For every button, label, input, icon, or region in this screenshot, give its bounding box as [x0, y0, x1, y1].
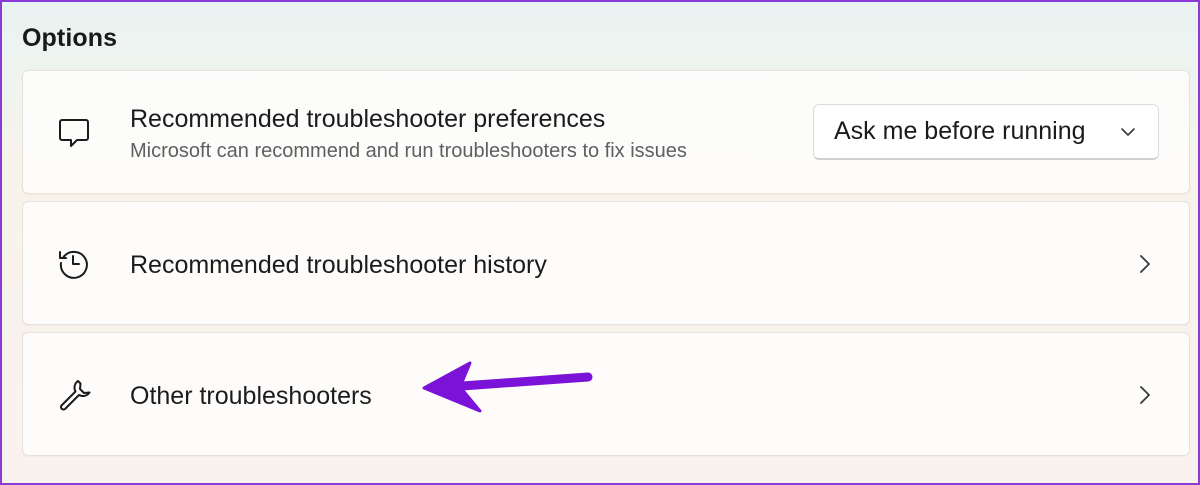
chevron-right-icon[interactable] — [1137, 252, 1153, 276]
troubleshooter-preferences-card: Recommended troubleshooter preferences M… — [22, 70, 1190, 194]
history-text: Recommended troubleshooter history — [130, 251, 547, 280]
history-title: Recommended troubleshooter history — [130, 251, 547, 279]
chevron-right-icon[interactable] — [1137, 383, 1153, 407]
troubleshooter-history-card[interactable]: Recommended troubleshooter history — [22, 201, 1190, 325]
other-title: Other troubleshooters — [130, 382, 372, 410]
other-text: Other troubleshooters — [130, 382, 372, 411]
dropdown-selected-value: Ask me before running — [834, 117, 1086, 145]
section-title: Options — [22, 24, 118, 52]
feedback-message-icon — [56, 114, 92, 150]
annotation-arrow-icon — [412, 352, 602, 422]
settings-panel: Options Recommended troubleshooter prefe… — [0, 0, 1200, 485]
preferences-dropdown[interactable]: Ask me before running — [813, 104, 1159, 160]
history-clock-icon — [56, 245, 92, 281]
other-troubleshooters-card[interactable]: Other troubleshooters — [22, 332, 1190, 456]
preferences-subtitle: Microsoft can recommend and run troubles… — [130, 140, 687, 162]
wrench-icon — [56, 376, 92, 412]
preferences-title: Recommended troubleshooter preferences — [130, 105, 606, 133]
preferences-text: Recommended troubleshooter preferences M… — [130, 105, 687, 163]
chevron-down-icon — [1120, 124, 1136, 140]
